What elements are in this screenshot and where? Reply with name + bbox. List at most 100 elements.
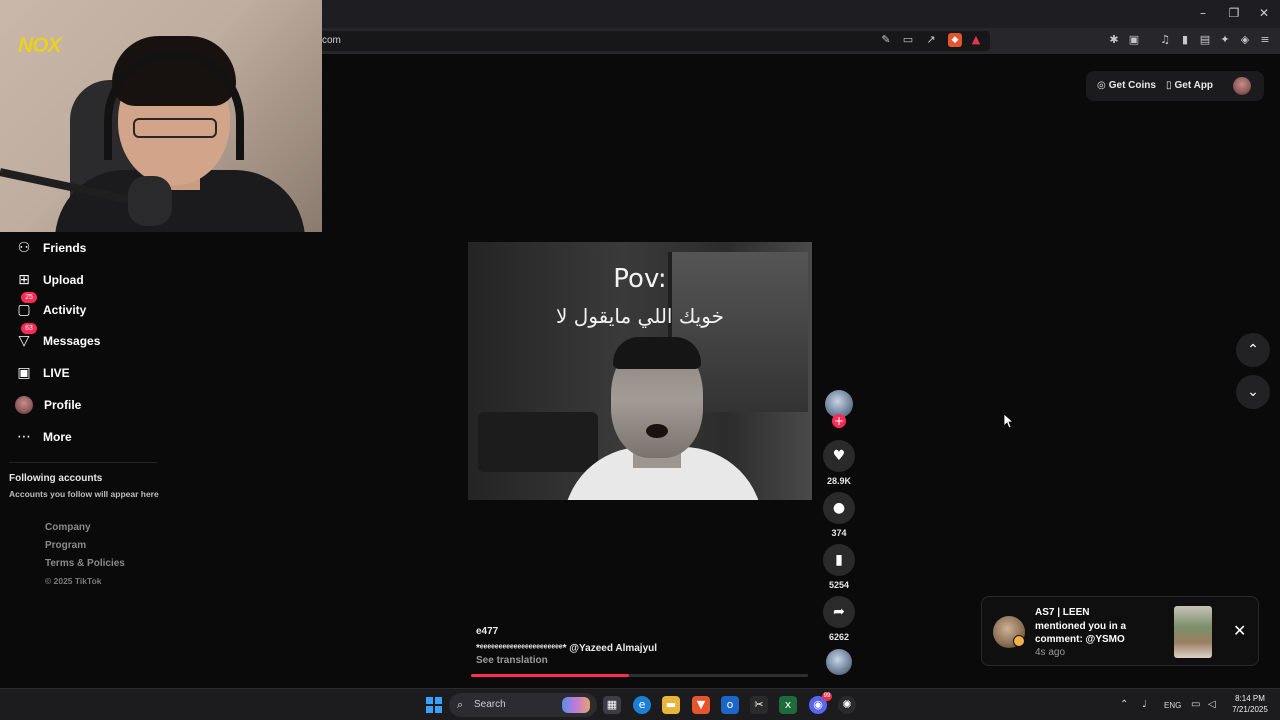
notification-sender: AS7 | LEEN [1035, 607, 1090, 618]
clock[interactable]: 8:14 PM 7/21/2025 [1228, 693, 1272, 715]
like-button[interactable]: ♥ [823, 440, 855, 472]
profile-avatar[interactable] [1233, 77, 1251, 95]
get-coins-label: Get Coins [1108, 80, 1156, 91]
brave-browser-icon[interactable]: ▼ [692, 696, 710, 714]
windows-start-icon[interactable] [426, 697, 442, 713]
see-translation-link[interactable]: See translation [476, 655, 548, 666]
music-disc[interactable] [826, 649, 852, 675]
taskbar-search[interactable]: ⌕ Search [449, 693, 597, 717]
edge-icon[interactable]: e [633, 696, 651, 714]
sidebar-item-profile[interactable]: Profile [14, 394, 81, 416]
upload-icon: ⊞ [18, 272, 30, 288]
following-title: Following accounts [9, 473, 103, 484]
share-arrow-icon: ➦ [833, 604, 845, 620]
tab-icon[interactable]: ▣ [1127, 33, 1141, 47]
discord-icon[interactable]: ◉ 99 [809, 692, 832, 714]
footer-link-company[interactable]: Company [45, 522, 91, 533]
next-video-button[interactable]: ⌄ [1236, 375, 1270, 409]
sidebar-item-label: Upload [43, 273, 84, 287]
sidebar-item-more[interactable]: ⋯ More [14, 426, 72, 448]
previous-video-button[interactable]: ⌃ [1236, 333, 1270, 367]
search-highlight-icon [562, 697, 590, 713]
excel-icon[interactable]: x [779, 696, 797, 714]
close-icon[interactable]: ✕ [1256, 6, 1272, 20]
network-icon[interactable]: ▭ [1191, 699, 1200, 710]
minimize-icon[interactable]: – [1195, 6, 1211, 20]
comment-button[interactable]: ● [823, 492, 855, 524]
cast-icon[interactable]: ▭ [901, 33, 915, 47]
heart-icon: ♥ [832, 448, 846, 464]
get-coins-button[interactable]: ◎ Get Coins [1097, 80, 1156, 91]
comment-icon: ● [832, 500, 846, 516]
file-explorer-icon[interactable]: ▬ [662, 696, 680, 714]
leo-ai-icon[interactable]: ✦ [1218, 33, 1232, 47]
extensions-icon[interactable]: ✱ [1107, 33, 1121, 47]
coin-icon: ◎ [1097, 80, 1106, 91]
outlook-icon[interactable]: o [721, 696, 739, 714]
video-progress-bar[interactable] [471, 674, 808, 677]
share-button[interactable]: ➦ [823, 596, 855, 628]
chevron-down-icon: ⌄ [1247, 384, 1259, 400]
vpn-icon[interactable]: ◈ [1238, 33, 1252, 47]
activity-icon: ▢ 25 [14, 292, 37, 320]
sidebar-item-upload[interactable]: ⊞ Upload [14, 269, 84, 291]
volume-icon[interactable]: ◁ [1208, 699, 1216, 710]
chevron-up-icon: ⌃ [1247, 342, 1259, 358]
mouse-cursor-icon [1004, 414, 1015, 429]
share-count: 6262 [828, 632, 850, 642]
phone-icon: ▯ [1166, 80, 1172, 91]
video-caption: *ᵉᵉᵉᵉᵉᵉᵉᵉᵉᵉᵉᵉᵉᵉᵉᵉᵉᵉᵉᵉᵉᵉ* @Yazeed Almajyu… [476, 643, 658, 654]
footer-link-terms[interactable]: Terms & Policies [45, 558, 125, 569]
restore-icon[interactable]: ❐ [1226, 6, 1242, 20]
microphone [128, 176, 172, 226]
sidebar-item-label: Friends [43, 241, 87, 255]
brave-rewards-icon[interactable]: ▲ [969, 33, 983, 47]
friends-icon: ⚇ [17, 240, 31, 256]
microphone-icon[interactable]: ♩ [1142, 699, 1147, 710]
store-icon[interactable]: ▦ [603, 696, 621, 714]
windows-taskbar: ⌕ Search ▦ e ▬ ▼ o ✂ x ◉ 99 ✺ ⌃ ♩ ENG ▭ ◁… [0, 688, 1280, 720]
brave-shield-icon[interactable]: ◆ [948, 33, 962, 47]
footer-link-program[interactable]: Program [45, 540, 86, 551]
tray-overflow-icon[interactable]: ⌃ [1120, 699, 1128, 710]
notification-toast[interactable]: AS7 | LEEN mentioned you in a comment: @… [981, 596, 1259, 666]
sidebar-icon[interactable]: ▮ [1178, 33, 1192, 47]
video-person-mouth [646, 424, 668, 438]
video-player[interactable]: Pov: خويك اللي مايقول لا [468, 242, 812, 500]
get-app-button[interactable]: ▯ Get App [1166, 80, 1213, 91]
share-icon[interactable]: ↗ [924, 33, 938, 47]
sidebar-item-label: Profile [44, 398, 82, 412]
language-indicator[interactable]: ENG [1164, 701, 1181, 710]
url-text: com [322, 35, 341, 46]
sidebar-divider [9, 462, 157, 463]
bookmark-button[interactable]: ▮ [823, 544, 855, 576]
close-icon[interactable]: ✕ [1233, 621, 1246, 640]
chatgpt-icon[interactable]: ✺ [838, 696, 856, 714]
video-progress-fill [471, 674, 630, 677]
live-icon: ▣ [17, 365, 31, 381]
notification-message: mentioned you in a comment: @YSMO [1035, 621, 1127, 645]
menu-icon[interactable]: ≡ [1258, 33, 1272, 47]
bookmark-count: 5254 [828, 580, 850, 590]
video-author[interactable]: e477 [476, 626, 498, 637]
search-icon: ⌕ [457, 698, 464, 711]
following-subtitle: Accounts you follow will appear here [9, 489, 159, 499]
comment-count: 374 [831, 528, 847, 538]
clock-date: 7/21/2025 [1232, 705, 1268, 714]
sidebar-item-messages[interactable]: ▽ 63 Messages [14, 323, 100, 352]
reader-mode-icon[interactable]: ✎ [879, 33, 893, 47]
search-placeholder: Search [474, 699, 506, 710]
messages-badge: 63 [21, 323, 37, 334]
notification-thumbnail [1174, 606, 1212, 658]
sidebar-item-friends[interactable]: ⚇ Friends [14, 237, 87, 259]
sidebar-item-live[interactable]: ▣ LIVE [14, 362, 69, 384]
follow-plus-icon[interactable]: + [832, 414, 846, 428]
music-icon[interactable]: ♫ [1158, 33, 1172, 47]
notification-time: 4s ago [1035, 647, 1066, 658]
video-person-hair [613, 337, 701, 369]
capcut-icon[interactable]: ✂ [750, 696, 768, 714]
wallet-icon[interactable]: ▤ [1198, 33, 1212, 47]
get-app-label: Get App [1174, 80, 1214, 91]
clock-time: 8:14 PM [1235, 694, 1265, 703]
sidebar-item-activity[interactable]: ▢ 25 Activity [14, 292, 86, 321]
